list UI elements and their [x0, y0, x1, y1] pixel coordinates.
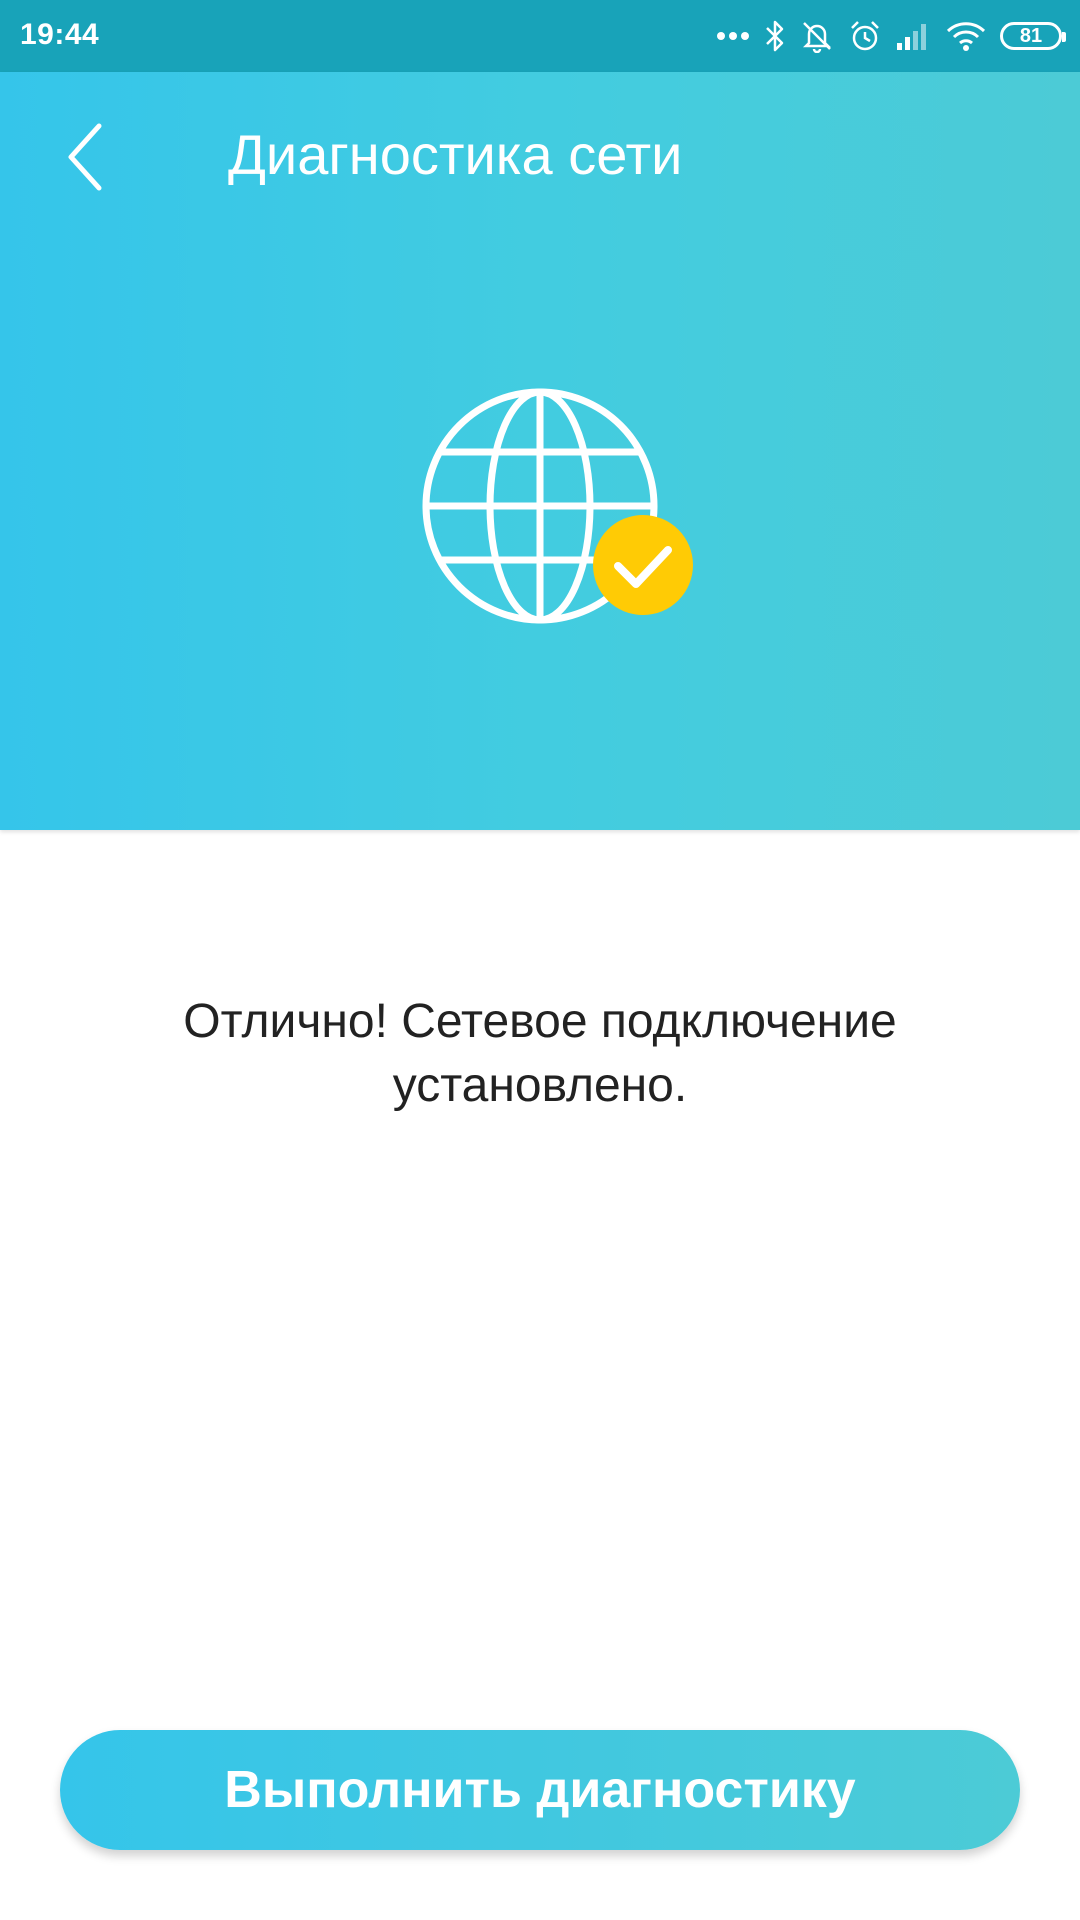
- status-time: 19:44: [20, 18, 100, 51]
- header: Диагностика сети: [0, 72, 1080, 830]
- network-diagnostics-screen: 19:44 81 Диагностика сети Отлично! Сетев…: [0, 0, 1080, 1920]
- wifi-icon: [946, 20, 986, 52]
- status-bar: 19:44 81: [0, 0, 1080, 72]
- run-diagnostics-button[interactable]: Выполнить диагностику: [60, 1730, 1020, 1850]
- globe-check-icon: [418, 388, 698, 648]
- status-icons: 81: [716, 16, 1066, 56]
- chevron-left-icon: [68, 123, 102, 191]
- cellular-signal-icon: [896, 21, 932, 51]
- bluetooth-icon: [764, 19, 786, 53]
- page-title: Диагностика сети: [228, 123, 683, 186]
- alarm-icon: [848, 19, 882, 53]
- battery-level: 81: [1019, 24, 1043, 47]
- status-message: Отлично! Сетевое подключение установлено…: [183, 995, 897, 1112]
- battery-icon: 81: [1000, 22, 1066, 50]
- bell-muted-icon: [800, 19, 834, 53]
- more-dots-icon: [716, 30, 750, 42]
- back-button[interactable]: [50, 112, 120, 202]
